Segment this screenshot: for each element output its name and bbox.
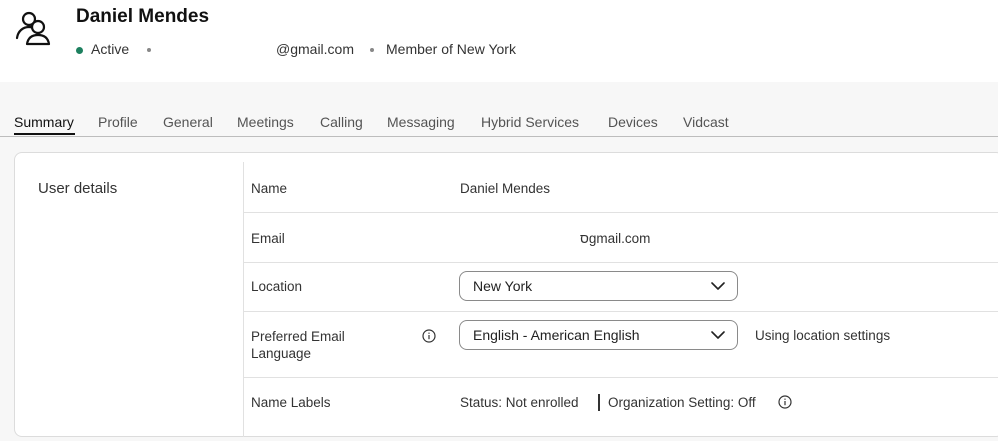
section-title: User details <box>38 180 118 197</box>
tab-messaging[interactable]: Messaging <box>387 114 455 130</box>
preferred-language-label: Preferred Email Language <box>251 328 345 362</box>
organization-setting: Organization Setting: Off <box>608 395 756 410</box>
status-dot-icon <box>76 47 83 54</box>
location-select[interactable]: New York <box>459 271 738 301</box>
preferred-language-select-value: English - American English <box>473 327 640 343</box>
preferred-language-label-line1: Preferred Email <box>251 329 345 344</box>
name-label: Name <box>251 181 288 196</box>
tab-profile[interactable]: Profile <box>98 114 138 130</box>
email-label: Email <box>251 231 285 246</box>
row-divider <box>243 262 998 263</box>
tab-bar: Summary Profile General Meetings Calling… <box>0 108 998 137</box>
separator-dot <box>147 48 151 52</box>
active-tab-indicator <box>14 133 75 135</box>
tab-meetings[interactable]: Meetings <box>237 114 294 130</box>
user-header: Daniel Mendes Active @gmail.com Member o… <box>0 0 998 82</box>
preferred-language-label-line2: Language <box>251 346 312 361</box>
separator-dot <box>370 48 374 52</box>
row-divider <box>243 212 998 213</box>
location-select-value: New York <box>473 278 533 294</box>
tab-calling[interactable]: Calling <box>320 114 363 130</box>
people-icon <box>15 11 51 46</box>
tab-summary[interactable]: Summary <box>14 114 74 130</box>
chevron-down-icon <box>711 282 725 290</box>
tab-general[interactable]: General <box>163 114 213 130</box>
enrollment-status: Status: Not enrolled <box>460 395 579 410</box>
tab-hybrid-services[interactable]: Hybrid Services <box>481 114 579 130</box>
column-divider <box>243 162 244 437</box>
tab-devices[interactable]: Devices <box>608 114 658 130</box>
info-icon[interactable] <box>422 329 436 343</box>
email-value: סgmail.com <box>580 231 651 246</box>
membership-text: Member of New York <box>386 41 516 57</box>
header-email: @gmail.com <box>276 41 355 57</box>
tab-vidcast[interactable]: Vidcast <box>683 114 729 130</box>
pipe-separator <box>598 394 600 411</box>
chevron-down-icon <box>711 331 725 339</box>
location-label: Location <box>251 279 303 294</box>
name-value: Daniel Mendes <box>460 181 551 196</box>
row-divider <box>243 377 998 378</box>
location-settings-note: Using location settings <box>755 328 891 343</box>
status-text: Active <box>91 41 130 57</box>
preferred-language-select[interactable]: English - American English <box>459 320 738 350</box>
info-icon[interactable] <box>778 395 792 409</box>
row-divider <box>243 311 998 312</box>
user-name-title: Daniel Mendes <box>76 6 210 27</box>
name-labels-label: Name Labels <box>251 395 331 410</box>
